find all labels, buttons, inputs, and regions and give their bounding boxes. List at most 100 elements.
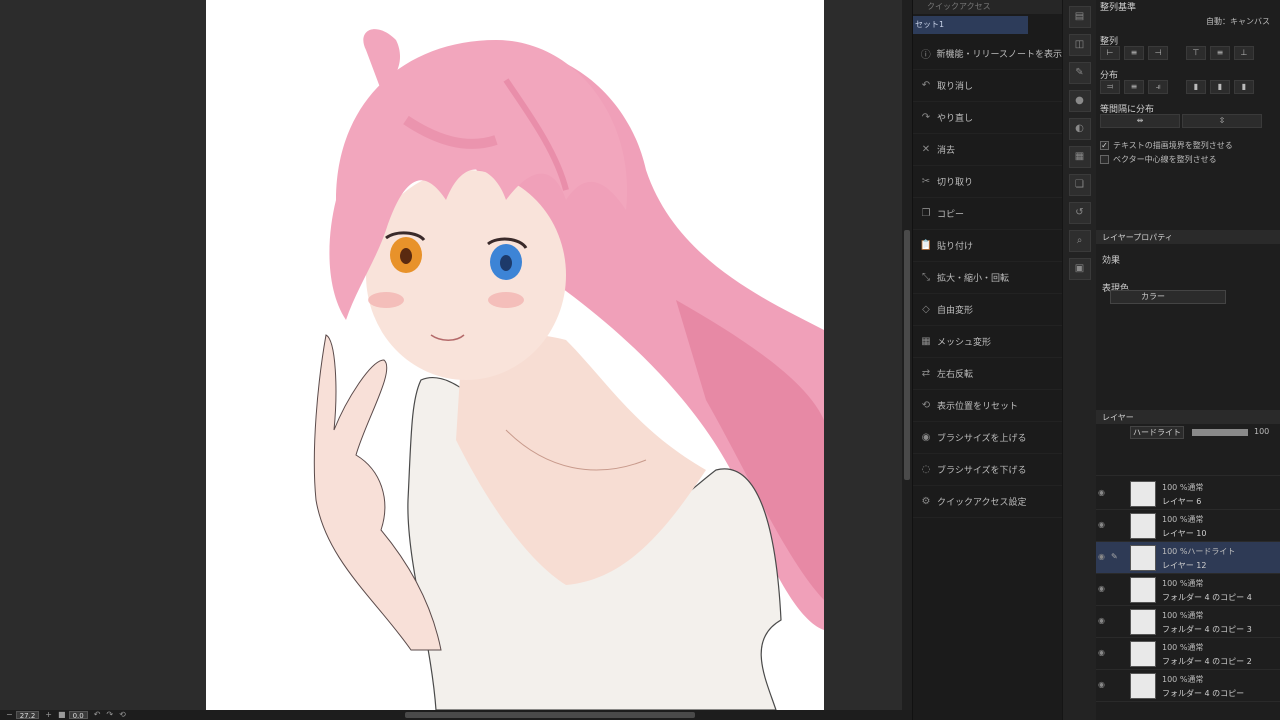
sub-view-icon[interactable]: ▣ xyxy=(1068,258,1091,280)
cut-icon: ✂ xyxy=(921,176,931,187)
align-vcenter-icon[interactable]: ≡ xyxy=(1210,46,1230,60)
vector-center-checkbox[interactable]: ベクター中心線を整列させる xyxy=(1096,152,1280,166)
quick-access-item[interactable]: ⚙ クイックアクセス設定 xyxy=(913,486,1062,518)
quick-access-item[interactable]: ⟲ 表示位置をリセット xyxy=(913,390,1062,422)
spacing-horizontal-icon[interactable]: ⇹ xyxy=(1100,114,1180,128)
eye-icon[interactable]: ◉ xyxy=(1098,584,1108,593)
expression-color-select[interactable]: カラー xyxy=(1110,290,1226,304)
eye-icon[interactable]: ◉ xyxy=(1098,648,1108,657)
layer-thumbnail xyxy=(1130,577,1156,603)
canvas-area[interactable] xyxy=(0,0,902,710)
rotation-field[interactable]: 0.0 xyxy=(68,711,88,720)
equal-spacing-buttons: ⇹ ⇳ xyxy=(1096,114,1280,128)
vertical-scroll-thumb[interactable] xyxy=(904,230,910,480)
layer-name: レイヤー 6 xyxy=(1162,497,1202,506)
zoom-in-icon[interactable]: + xyxy=(45,711,52,719)
material-icon[interactable]: ❏ xyxy=(1068,174,1091,196)
eye-icon[interactable]: ◉ xyxy=(1098,616,1108,625)
layer-row[interactable]: ◉ 100 %通常 フォルダー 4 のコピー 3 xyxy=(1096,606,1280,638)
quick-access-set-select[interactable]: セット1 xyxy=(913,16,1028,34)
layer-row[interactable]: ◉ 100 %通常 レイヤー 10 xyxy=(1096,510,1280,542)
layer-row[interactable]: ◉ 100 %通常 フォルダー 4 のコピー 4 xyxy=(1096,574,1280,606)
tab-layer[interactable]: レイヤー xyxy=(1102,412,1134,423)
distribute-label: 分布 xyxy=(1100,71,1119,81)
artwork-canvas[interactable] xyxy=(206,0,824,710)
mesh-icon: ▦ xyxy=(921,336,931,347)
align-left-icon[interactable]: ⊢ xyxy=(1100,46,1120,60)
align-top-icon[interactable]: ⊤ xyxy=(1186,46,1206,60)
reset-rotation-icon[interactable]: ⟲ xyxy=(119,711,126,719)
rotate-left-icon[interactable]: ↶ xyxy=(94,711,101,719)
quick-access-item[interactable]: ◌ ブラシサイズを下げる xyxy=(913,454,1062,486)
quick-access-item[interactable]: ◉ ブラシサイズを上げる xyxy=(913,422,1062,454)
layer-mode: 100 %通常 xyxy=(1162,515,1204,524)
eye-icon[interactable]: ◉ xyxy=(1098,552,1108,561)
color-set-icon[interactable]: ▦ xyxy=(1068,146,1091,168)
layer-mode: 100 %通常 xyxy=(1162,611,1204,620)
distribute-hcenter-icon[interactable]: ≡ xyxy=(1124,80,1144,94)
align-base-value[interactable]: 自動：キャンバス xyxy=(1206,16,1270,27)
quick-access-item[interactable]: ↷ やり直し xyxy=(913,102,1062,134)
distribute-left-icon[interactable]: ⫤ xyxy=(1100,80,1120,94)
search-icon[interactable]: ⌕ xyxy=(1068,230,1091,252)
tool-property-icon[interactable]: ✎ xyxy=(1068,62,1091,84)
layer-row[interactable]: ◉ 100 %通常 フォルダー 4 のコピー xyxy=(1096,670,1280,702)
panel-toggle-icon[interactable]: ▤ xyxy=(1068,6,1091,28)
distribute-vcenter-icon[interactable]: ▮ xyxy=(1210,80,1230,94)
quick-access-item-label: クイックアクセス設定 xyxy=(937,498,1027,508)
tab-layer-property[interactable]: レイヤープロパティ xyxy=(1102,232,1173,243)
quick-access-item[interactable]: ✕ 消去 xyxy=(913,134,1062,166)
distribute-top-icon[interactable]: ▮ xyxy=(1186,80,1206,94)
text-frame-checkbox[interactable]: ✓ テキストの描画境界を整列させる xyxy=(1096,138,1280,152)
quick-access-item[interactable]: ↶ 取り消し xyxy=(913,70,1062,102)
quick-access-item[interactable]: ⤡ 拡大・縮小・回転 xyxy=(913,262,1062,294)
layer-panel-tabbar: レイヤー xyxy=(1096,410,1280,424)
align-right-icon[interactable]: ⊣ xyxy=(1148,46,1168,60)
blend-mode-select[interactable]: ハードライト xyxy=(1130,426,1184,439)
checkbox-unchecked-icon[interactable] xyxy=(1100,154,1109,164)
align-hcenter-icon[interactable]: ≡ xyxy=(1124,46,1144,60)
align-label: 整列 xyxy=(1100,37,1119,47)
layer-row[interactable]: ◉ 100 %通常 レイヤー 6 xyxy=(1096,478,1280,510)
fit-icon[interactable]: ■ xyxy=(58,711,66,719)
quick-access-item-label: 新機能・リリースノートを表示 xyxy=(936,50,1062,60)
opacity-slider[interactable] xyxy=(1192,429,1248,436)
layer-row[interactable]: ◉ ✎ 100 %ハードライト レイヤー 12 xyxy=(1096,542,1280,574)
rotate-right-icon[interactable]: ↷ xyxy=(106,711,113,719)
zoom-out-icon[interactable]: − xyxy=(6,711,13,719)
quick-access-list: ⓘ 新機能・リリースノートを表示 ↶ 取り消し ↷ やり直し ✕ 消去 ✂ 切り取り ❐ コピー 📋 貼り… xyxy=(913,38,1062,518)
opacity-value[interactable]: 100 xyxy=(1254,427,1269,436)
eye-icon[interactable]: ◉ xyxy=(1098,680,1108,689)
color-wheel-icon[interactable]: ◐ xyxy=(1068,118,1091,140)
text-frame-label: テキストの描画境界を整列させる xyxy=(1113,140,1233,150)
horizontal-scroll-thumb[interactable] xyxy=(405,712,695,718)
quick-access-item[interactable]: ❐ コピー xyxy=(913,198,1062,230)
quick-access-item-label: やり直し xyxy=(937,114,974,124)
zoom-field[interactable]: 27.2 xyxy=(15,711,40,720)
illustration xyxy=(313,29,824,710)
canvas-vertical-scrollbar[interactable] xyxy=(902,0,912,710)
layer-mode: 100 %通常 xyxy=(1162,675,1204,684)
pen-icon: ✎ xyxy=(1111,552,1118,561)
undo-icon: ↶ xyxy=(921,80,931,91)
brush-size-icon[interactable]: ● xyxy=(1068,90,1091,112)
layer-row[interactable]: ◉ 100 %通常 フォルダー 4 のコピー 2 xyxy=(1096,638,1280,670)
navigator-icon[interactable]: ◫ xyxy=(1068,34,1091,56)
quick-access-item[interactable]: ⇄ 左右反転 xyxy=(913,358,1062,390)
quick-access-item[interactable]: ▦ メッシュ変形 xyxy=(913,326,1062,358)
quick-access-title: クイックアクセス xyxy=(913,0,1062,14)
eye-icon[interactable]: ◉ xyxy=(1098,488,1108,497)
eye-icon[interactable]: ◉ xyxy=(1098,520,1108,529)
flip-icon: ⇄ xyxy=(921,368,931,379)
distribute-right-icon[interactable]: ⫣ xyxy=(1148,80,1168,94)
checkbox-checked-icon[interactable]: ✓ xyxy=(1100,140,1109,150)
quick-access-item[interactable]: 📋 貼り付け xyxy=(913,230,1062,262)
quick-access-item[interactable]: ⓘ 新機能・リリースノートを表示 xyxy=(913,38,1062,70)
history-icon[interactable]: ↺ xyxy=(1068,202,1091,224)
distribute-bottom-icon[interactable]: ▮ xyxy=(1234,80,1254,94)
quick-access-item[interactable]: ◇ 自由変形 xyxy=(913,294,1062,326)
align-bottom-icon[interactable]: ⊥ xyxy=(1234,46,1254,60)
status-bar: − 27.2 + ■ 0.0 ↶ ↷ ⟲ xyxy=(0,710,912,720)
quick-access-item[interactable]: ✂ 切り取り xyxy=(913,166,1062,198)
spacing-vertical-icon[interactable]: ⇳ xyxy=(1182,114,1262,128)
